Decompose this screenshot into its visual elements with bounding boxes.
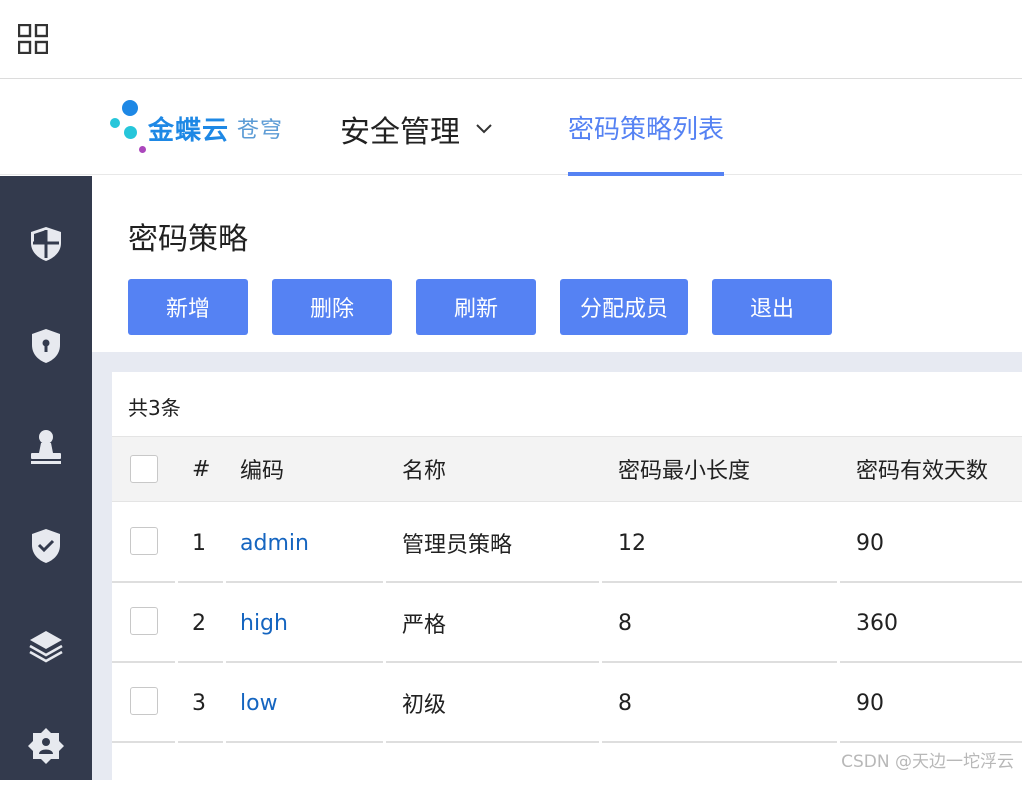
apps-grid-icon[interactable] [18, 24, 48, 54]
row-min-length: 12 [618, 503, 646, 583]
row-code-link[interactable]: admin [240, 503, 309, 583]
sidebar-item-admin[interactable] [0, 696, 92, 796]
delete-button[interactable]: 删除 [272, 279, 392, 335]
shield-check-icon [26, 526, 66, 566]
top-utility-bar [0, 0, 1022, 79]
row-valid-days: 360 [856, 583, 898, 663]
watermark-text: CSDN @天边一坨浮云 [841, 747, 1014, 772]
column-header-name[interactable]: 名称 [402, 437, 446, 501]
row-valid-days: 90 [856, 503, 884, 583]
record-count: 共3条 [128, 392, 181, 421]
row-min-length: 8 [618, 583, 632, 663]
row-checkbox[interactable] [130, 607, 158, 635]
select-all-checkbox[interactable] [130, 455, 158, 483]
tab-password-policy-list[interactable]: 密码策略列表 [568, 109, 724, 175]
row-divider [840, 741, 1022, 743]
row-divider [112, 741, 175, 743]
row-index: 2 [192, 583, 206, 663]
app-title: 安全管理 [340, 107, 460, 151]
table-row[interactable]: 2 high 严格 8 360 [112, 583, 1022, 663]
shield-lock-icon [26, 326, 66, 366]
table-row[interactable]: 1 admin 管理员策略 12 90 [112, 503, 1022, 583]
row-divider [386, 741, 599, 743]
row-name: 严格 [402, 583, 446, 663]
table-panel: 共3条 # 编码 名称 密码最小长度 密码有效天数 1 admin 管理员策略 … [112, 372, 1022, 780]
row-index: 3 [192, 663, 206, 743]
add-button[interactable]: 新增 [128, 279, 248, 335]
stamp-user-icon [26, 426, 66, 466]
row-valid-days: 90 [856, 663, 884, 743]
main-content: 密码策略 新增 删除 刷新 分配成员 退出 共3条 # 编码 名称 密码最小长度… [92, 176, 1022, 780]
sidebar-item-password[interactable] [0, 296, 92, 396]
exit-button[interactable]: 退出 [712, 279, 832, 335]
logo-mark-icon [108, 98, 152, 158]
gear-user-icon [26, 726, 66, 766]
app-header: 金蝶云 苍穹 安全管理 密码策略列表 [0, 80, 1022, 175]
row-divider [602, 741, 837, 743]
row-name: 初级 [402, 663, 446, 743]
refresh-button[interactable]: 刷新 [416, 279, 536, 335]
table-header: # 编码 名称 密码最小长度 密码有效天数 [112, 436, 1022, 502]
page-title: 密码策略 [128, 214, 248, 258]
row-min-length: 8 [618, 663, 632, 743]
kingdee-logo[interactable]: 金蝶云 苍穹 [108, 98, 283, 158]
row-name: 管理员策略 [402, 503, 512, 583]
layers-icon [26, 626, 66, 666]
logo-sub-text: 苍穹 [237, 112, 283, 144]
row-checkbox[interactable] [130, 687, 158, 715]
sidebar [0, 176, 92, 780]
row-checkbox[interactable] [130, 527, 158, 555]
sidebar-item-security[interactable] [0, 194, 92, 294]
row-index: 1 [192, 503, 206, 583]
column-header-valid-days[interactable]: 密码有效天数 [856, 437, 988, 501]
shield-quadrant-icon [26, 224, 66, 264]
table-row[interactable]: 3 low 初级 8 90 [112, 663, 1022, 743]
sidebar-item-verification[interactable] [0, 496, 92, 596]
sidebar-item-users[interactable] [0, 396, 92, 496]
sidebar-item-layers[interactable] [0, 596, 92, 696]
row-code-link[interactable]: high [240, 583, 288, 663]
row-divider [178, 741, 223, 743]
column-header-min-length[interactable]: 密码最小长度 [618, 437, 750, 501]
app-switcher[interactable]: 安全管理 [340, 107, 494, 151]
row-code-link[interactable]: low [240, 663, 278, 743]
chevron-down-icon [474, 119, 494, 139]
assign-members-button[interactable]: 分配成员 [560, 279, 688, 335]
logo-brand-text: 金蝶云 [148, 110, 229, 147]
column-header-index: # [192, 437, 210, 501]
row-divider [226, 741, 383, 743]
column-header-code[interactable]: 编码 [240, 437, 284, 501]
